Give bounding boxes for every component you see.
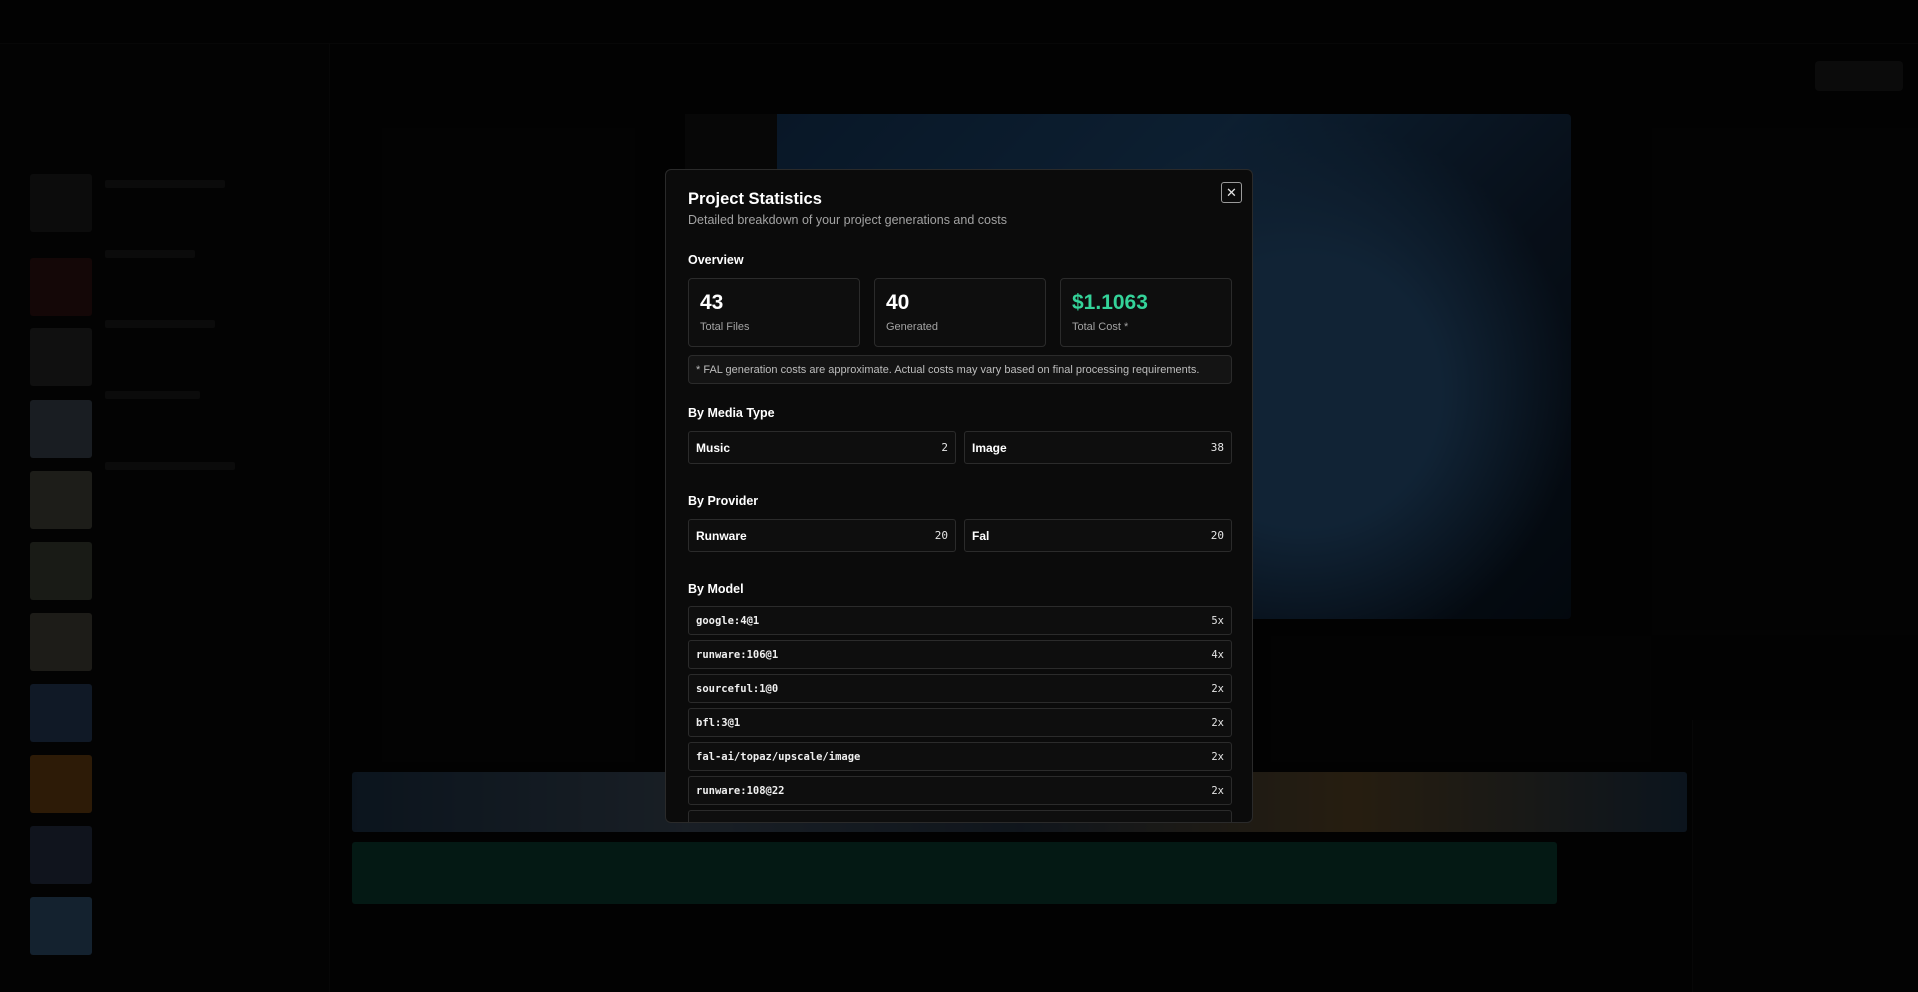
generated-card: 40 Generated: [874, 278, 1046, 347]
provider-section: By Provider Runware 20 Fal 20: [688, 494, 1232, 552]
model-row: fal-ai/topaz/upscale/image 2x: [688, 742, 1232, 771]
media-type-heading: By Media Type: [688, 406, 775, 420]
model-count: 4x: [1211, 648, 1224, 661]
media-type-name: Music: [696, 440, 731, 455]
model-count: 2x: [1211, 784, 1224, 797]
model-row: runware:108@22 2x: [688, 776, 1232, 805]
provider-fal: Fal 20: [964, 519, 1232, 552]
provider-runware: Runware 20: [688, 519, 956, 552]
total-cost-label: Total Cost *: [1072, 321, 1129, 333]
model-name: runware:106@1: [696, 648, 779, 661]
media-type-count: 2: [941, 441, 948, 454]
model-count: 5x: [1211, 614, 1224, 627]
model-name: bfl:3@1: [696, 716, 741, 729]
provider-count: 20: [1210, 529, 1224, 542]
provider-count: 20: [934, 529, 948, 542]
total-files-card: 43 Total Files: [688, 278, 860, 347]
model-name: fal-ai/topaz/upscale/image: [696, 750, 861, 763]
model-count: 2x: [1211, 716, 1224, 729]
cost-disclaimer: * FAL generation costs are approximate. …: [688, 355, 1232, 384]
model-row: runware:106@1 4x: [688, 640, 1232, 669]
modal-title: Project Statistics: [688, 190, 822, 208]
overview-section: Overview 43 Total Files 40 Generated $1.…: [688, 253, 1232, 384]
total-cost-card: $1.1063 Total Cost *: [1060, 278, 1232, 347]
provider-name: Fal: [972, 528, 990, 543]
model-row: bfl:3@1 2x: [688, 708, 1232, 737]
media-type-image: Image 38: [964, 431, 1232, 464]
model-row-partial: [688, 810, 1232, 822]
model-count: 2x: [1211, 682, 1224, 695]
total-files-value: 43: [700, 291, 724, 314]
model-heading: By Model: [688, 582, 744, 596]
total-files-label: Total Files: [700, 321, 750, 333]
provider-name: Runware: [696, 528, 747, 543]
model-name: google:4@1: [696, 614, 760, 627]
total-cost-value: $1.1063: [1072, 291, 1148, 314]
model-row: sourceful:1@0 2x: [688, 674, 1232, 703]
model-name: runware:108@22: [696, 784, 785, 797]
model-section: By Model google:4@1 5x runware:106@1 4x …: [688, 582, 1232, 822]
media-type-music: Music 2: [688, 431, 956, 464]
generated-label: Generated: [886, 321, 938, 333]
model-name: sourceful:1@0: [696, 682, 779, 695]
model-row: google:4@1 5x: [688, 606, 1232, 635]
provider-heading: By Provider: [688, 494, 759, 508]
media-type-name: Image: [972, 440, 1007, 455]
model-list: google:4@1 5x runware:106@1 4x sourceful…: [688, 606, 1232, 822]
generated-value: 40: [886, 291, 910, 314]
modal-subtitle: Detailed breakdown of your project gener…: [688, 213, 1007, 227]
project-statistics-modal: ✕ Project Statistics Detailed breakdown …: [665, 169, 1253, 823]
media-type-count: 38: [1210, 441, 1224, 454]
model-count: 2x: [1211, 750, 1224, 763]
overview-heading: Overview: [688, 253, 744, 267]
media-type-section: By Media Type Music 2 Image 38: [688, 406, 1232, 464]
